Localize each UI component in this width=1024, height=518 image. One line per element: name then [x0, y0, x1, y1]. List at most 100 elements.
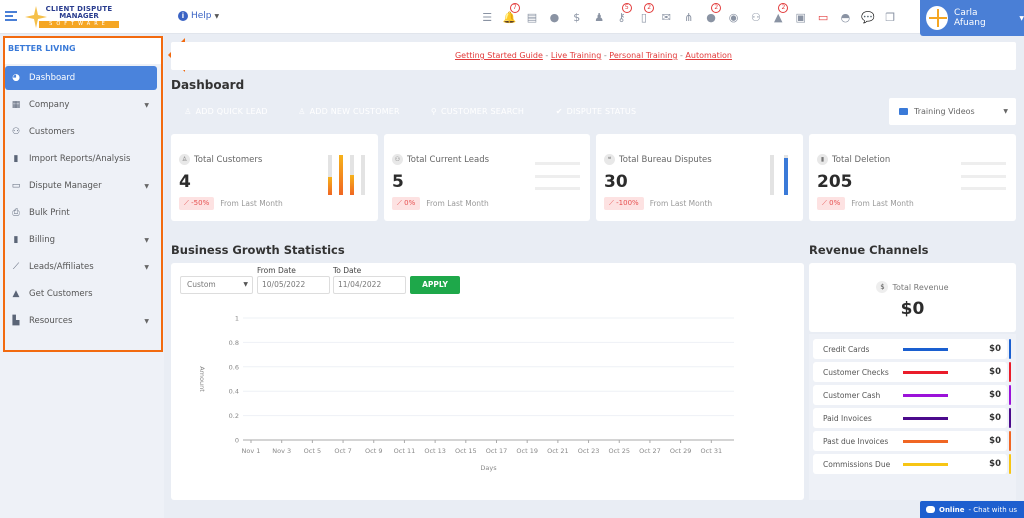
billing-icon[interactable]: ▤: [521, 8, 543, 26]
total-revenue-card: $ Total Revenue $0: [809, 263, 1016, 332]
channel-color-bar: [903, 370, 948, 374]
stat-card-total-customers[interactable]: ♙ Total Customers 4 ⟋ -50% From Last Month: [171, 134, 378, 221]
mini-bar: [339, 155, 343, 195]
stat-card-total-bureau-disputes[interactable]: ❝ Total Bureau Disputes 30 ⟋ -100% From La…: [596, 134, 803, 221]
revenue-channel-row: Customer Checks $0: [813, 362, 1011, 382]
bell-icon[interactable]: 🔔 7: [498, 3, 520, 26]
notification-badge: 7: [509, 3, 520, 13]
inbox-calendar-icon[interactable]: ▣: [789, 8, 811, 26]
dollar-icon[interactable]: $: [566, 8, 588, 26]
notification-badge: 5: [621, 3, 632, 13]
date-range-select[interactable]: Custom ▼: [180, 276, 253, 294]
add-quick-lead-button[interactable]: ♙ ADD QUICK LEAD: [171, 97, 281, 125]
avatar: [926, 6, 949, 30]
document-icon[interactable]: ▯ 2: [633, 3, 655, 26]
x-tick-label: Nov 1: [242, 447, 261, 455]
stat-card-total-current-leads[interactable]: ⚇ Total Current Leads 5 ⟋ 0% From Last Mon…: [384, 134, 590, 221]
live-training-link[interactable]: Live Training: [551, 51, 601, 60]
x-tick-label: Oct 27: [639, 447, 661, 455]
agent-icon[interactable]: ●: [543, 8, 565, 26]
channel-edge-marker: [1009, 385, 1011, 405]
automation-link[interactable]: Automation: [685, 51, 732, 60]
dispute-status-button[interactable]: ✔ DISPUTE STATUS: [542, 97, 650, 125]
button-label: ADD QUICK LEAD: [195, 106, 268, 116]
x-tick-label: Oct 25: [608, 447, 630, 455]
app-logo[interactable]: CLIENT DISPUTE MANAGER SOFTWARE: [25, 4, 120, 30]
caret-down-icon: ▼: [243, 281, 248, 288]
key-icon[interactable]: ⚷ 5: [610, 3, 632, 26]
apply-button[interactable]: APPLY: [410, 276, 460, 294]
logo-line-2: MANAGER: [59, 12, 99, 20]
placeholder-line: [961, 162, 1006, 165]
chat-widget[interactable]: Online - Chat with us: [920, 501, 1024, 518]
x-tick-label: Oct 21: [547, 447, 569, 455]
placeholder-line: [535, 187, 580, 190]
revenue-channel-row: Past due Invoices $0: [813, 431, 1011, 451]
change-label: From Last Month: [426, 199, 489, 208]
to-date-label: To Date: [333, 266, 362, 275]
video-camera-icon: [899, 108, 908, 115]
training-videos-dropdown[interactable]: Training Videos ▼: [889, 98, 1016, 125]
add-new-customer-button[interactable]: ♙ ADD NEW CUSTOMER: [285, 97, 413, 125]
top-icon-bar: ☰ 🔔 7 ▤ ● $ ♟ ⚷ 5 ▯ 2 ✉ ⋔ ● 2 ◉ ⚇ ▲ 2 ▣ ▭ ◓ 💬 ❐: [476, 3, 901, 26]
x-axis-label: Days: [480, 464, 497, 472]
channel-edge-marker: [1009, 339, 1011, 359]
y-tick-label: 0: [235, 437, 239, 445]
channel-color-bar: [903, 347, 948, 351]
mini-bar: [361, 155, 365, 195]
task-list-icon[interactable]: ☰: [476, 8, 498, 26]
chat-icon[interactable]: 💬: [857, 8, 879, 26]
check-circle-icon: ✔: [555, 106, 563, 116]
business-growth-title: Business Growth Statistics: [171, 243, 345, 257]
globe-icon-glyph: ◉: [728, 10, 739, 24]
notification-badge: 2: [778, 3, 789, 13]
channel-value: $0: [989, 344, 1001, 354]
customer-search-button[interactable]: ⚲ CUSTOMER SEARCH: [417, 97, 538, 125]
stat-value: 5: [392, 172, 404, 192]
revenue-channel-row: Customer Cash $0: [813, 385, 1011, 405]
tray-icon[interactable]: ◓: [834, 8, 856, 26]
channel-value: $0: [989, 459, 1001, 469]
hamburger-menu-icon[interactable]: [5, 11, 17, 21]
x-tick-label: Nov 3: [272, 447, 291, 455]
user-icon: ♙: [184, 106, 192, 116]
info-icon[interactable]: ● 2: [700, 3, 722, 26]
copy-icon[interactable]: ❐: [879, 8, 901, 26]
money-bill-icon[interactable]: ▭: [812, 8, 834, 26]
channel-edge-marker: [1009, 408, 1011, 428]
placeholder-line: [961, 175, 1006, 178]
business-growth-chart: 0 0.2 0.4 0.6 0.8 1 Nov 1 Nov 3 Oct 5 Oct 7 Oct 9 O…: [198, 315, 734, 472]
users-icon[interactable]: ⚇: [745, 8, 767, 26]
page-title: Dashboard: [171, 78, 245, 92]
users-icon: ⚇: [392, 154, 403, 165]
getting-started-link[interactable]: Getting Started Guide: [455, 51, 543, 60]
x-tick-label: Oct 29: [670, 447, 692, 455]
warning-icon[interactable]: ▲ 2: [767, 3, 789, 26]
from-date-input[interactable]: 10/05/2022: [257, 276, 330, 294]
stat-value: 4: [179, 172, 191, 192]
button-label: CUSTOMER SEARCH: [440, 106, 525, 116]
personal-training-link[interactable]: Personal Training: [609, 51, 677, 60]
channel-value: $0: [989, 436, 1001, 446]
sitemap-icon[interactable]: ⋔: [678, 8, 700, 26]
stat-label: Total Current Leads: [407, 154, 490, 165]
mini-bar: [350, 155, 354, 195]
stat-card-total-deletion[interactable]: ▮ Total Deletion 205 ⟋ 0% From Last Month: [809, 134, 1016, 221]
chevron-down-icon: ▼: [1003, 108, 1008, 115]
mini-bar: [770, 155, 774, 195]
help-menu[interactable]: i Help ▼: [178, 11, 219, 21]
user-tie-icon-glyph: ♟: [594, 10, 605, 24]
revenue-channel-list: Credit Cards $0 Customer Checks $0 Customer …: [809, 334, 1016, 500]
channel-value: $0: [989, 390, 1001, 400]
globe-icon[interactable]: ◉: [722, 8, 744, 26]
chevron-down-icon: ▼: [1019, 14, 1024, 22]
user-tie-icon[interactable]: ♟: [588, 8, 610, 26]
x-tick-label: Oct 13: [424, 447, 446, 455]
user-menu[interactable]: Carla Afuang ▼: [920, 0, 1024, 36]
mail-icon[interactable]: ✉: [655, 8, 677, 26]
x-tick-label: Oct 9: [365, 447, 382, 455]
channel-color-bar: [903, 416, 948, 420]
to-date-input[interactable]: 11/04/2022: [333, 276, 406, 294]
x-tick-label: Oct 11: [394, 447, 416, 455]
channel-label: Paid Invoices: [823, 413, 872, 423]
